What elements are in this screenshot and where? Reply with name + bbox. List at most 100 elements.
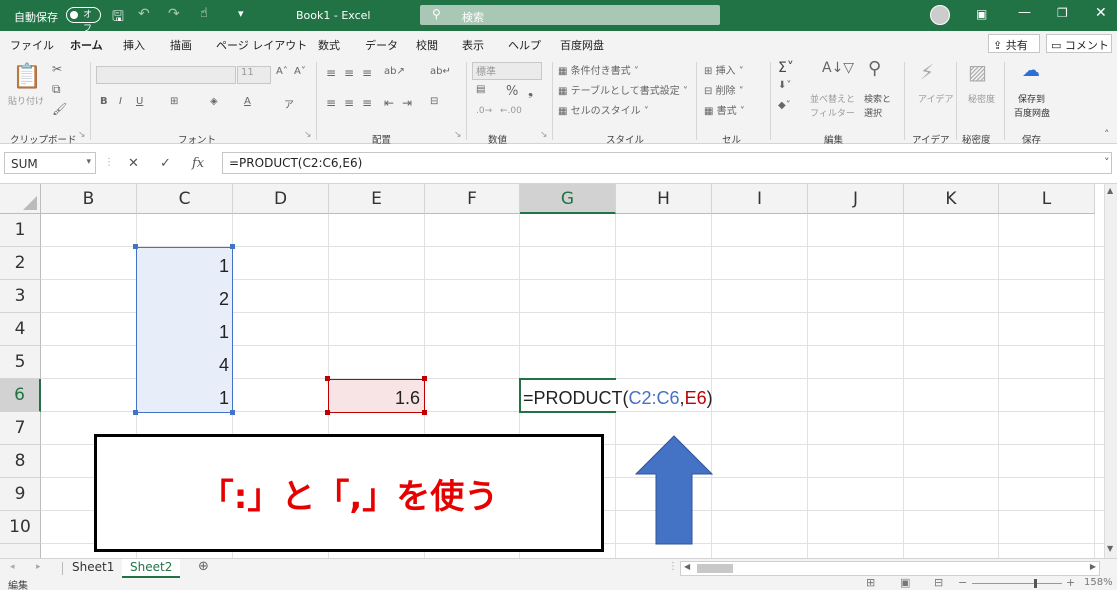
save-to-label[interactable]: 保存到 — [1018, 92, 1045, 105]
select-label[interactable]: 選択 — [864, 106, 882, 119]
cell-c6[interactable]: 1 — [140, 388, 229, 409]
insert-function-icon[interactable]: fx — [192, 156, 204, 171]
cell-styles-button[interactable]: ▦ セルのスタイル ˅ — [558, 102, 649, 117]
column-header-b[interactable]: B — [41, 184, 137, 214]
row-header-8[interactable]: 8 — [0, 445, 41, 478]
decrease-decimal-icon[interactable]: ←.00 — [500, 106, 522, 116]
row-header-1[interactable]: 1 — [0, 214, 41, 247]
range-handle[interactable] — [133, 410, 138, 415]
tab-draw[interactable]: 描画 — [170, 37, 192, 53]
ideas-label[interactable]: アイデア — [918, 92, 954, 105]
sheet-tab-sheet2[interactable]: Sheet2 — [122, 559, 181, 578]
phonetic-icon[interactable]: ア — [284, 96, 294, 111]
tab-view[interactable]: 表示 — [462, 37, 484, 53]
tab-help[interactable]: ヘルプ — [508, 37, 541, 53]
cut-icon[interactable]: ✂ — [52, 62, 62, 76]
column-header-e[interactable]: E — [329, 184, 425, 214]
column-header-f[interactable]: F — [425, 184, 520, 214]
indent-decrease-icon[interactable]: ⇤ — [384, 96, 394, 110]
redo-icon[interactable]: ↷ — [168, 6, 180, 22]
align-top-icon[interactable]: ≡ — [326, 66, 336, 80]
name-box-dropdown-icon[interactable]: ▾ — [86, 157, 91, 167]
prev-sheet-icon[interactable]: ◂ — [10, 562, 15, 572]
column-header-i[interactable]: I — [712, 184, 808, 214]
undo-icon[interactable]: ↶ — [138, 6, 150, 22]
range-handle[interactable] — [325, 410, 330, 415]
italic-icon[interactable]: I — [119, 96, 122, 107]
cell-c4[interactable]: 1 — [140, 322, 229, 343]
tab-home[interactable]: ホーム — [70, 37, 103, 58]
sensitivity-icon[interactable]: ▨ — [968, 60, 987, 84]
scroll-down-icon[interactable]: ▼ — [1107, 544, 1113, 553]
range-handle[interactable] — [230, 244, 235, 249]
zoom-slider-thumb[interactable] — [1034, 579, 1037, 588]
sort-label[interactable]: 並べ替えと — [810, 92, 855, 105]
scroll-right-icon[interactable]: ▶ — [1090, 562, 1096, 571]
share-button[interactable]: ⇪ 共有 — [988, 34, 1040, 53]
row-header-7[interactable]: 7 — [0, 412, 41, 445]
column-header-g[interactable]: G — [520, 184, 616, 214]
percent-icon[interactable]: % — [506, 84, 518, 99]
tab-data[interactable]: データ — [365, 37, 398, 53]
formula-input[interactable]: =PRODUCT(C2:C6,E6) — [222, 152, 1112, 174]
copy-icon[interactable]: ⧉ — [52, 82, 61, 97]
expand-formula-icon[interactable]: ˅ — [1104, 156, 1110, 169]
account-avatar[interactable] — [930, 5, 950, 25]
add-sheet-icon[interactable]: ⊕ — [198, 559, 209, 574]
row-header-6[interactable]: 6 — [0, 379, 41, 412]
align-left-icon[interactable]: ≡ — [326, 96, 336, 110]
zoom-level[interactable]: 158% — [1084, 577, 1113, 588]
tab-page-layout[interactable]: ページ レイアウト — [216, 37, 307, 53]
paste-label[interactable]: 貼り付け — [8, 94, 44, 107]
find-select-icon[interactable]: ⚲ — [868, 58, 881, 79]
format-cells-button[interactable]: ▦ 書式 ˅ — [704, 102, 745, 117]
insert-cells-button[interactable]: ⊞ 挿入 ˅ — [704, 62, 744, 77]
fill-color-icon[interactable]: ◈ — [210, 96, 218, 107]
grow-font-icon[interactable]: A˄ — [276, 66, 288, 77]
row-header-5[interactable]: 5 — [0, 346, 41, 379]
align-middle-icon[interactable]: ≡ — [344, 66, 354, 80]
row-header-9[interactable]: 9 — [0, 478, 41, 511]
comment-button[interactable]: ▭ コメント — [1046, 34, 1112, 53]
borders-icon[interactable]: ⊞ — [170, 96, 178, 107]
tab-review[interactable]: 校閲 — [416, 37, 438, 53]
column-header-d[interactable]: D — [233, 184, 329, 214]
touch-mode-icon[interactable]: ☝ — [200, 6, 208, 21]
range-handle[interactable] — [422, 376, 427, 381]
format-painter-icon[interactable]: 🖌 — [52, 102, 67, 116]
customize-qat-icon[interactable]: ▾ — [238, 7, 244, 20]
font-launcher-icon[interactable]: ↘ — [304, 130, 312, 140]
horizontal-scrollbar[interactable]: ◀ ▶ — [680, 561, 1100, 576]
vertical-scrollbar[interactable]: ▲ ▼ — [1104, 184, 1117, 558]
select-all-corner[interactable] — [0, 184, 41, 214]
in-cell-formula[interactable]: =PRODUCT(C2:C6,E6) — [523, 388, 713, 409]
underline-icon[interactable]: U — [136, 96, 143, 107]
font-size-select[interactable]: 11 — [237, 66, 271, 84]
column-header-j[interactable]: J — [808, 184, 904, 214]
bold-icon[interactable]: B — [100, 96, 108, 107]
range-handle[interactable] — [325, 376, 330, 381]
comma-icon[interactable]: ❟ — [528, 84, 533, 99]
column-header-h[interactable]: H — [616, 184, 712, 214]
column-header-k[interactable]: K — [904, 184, 999, 214]
ideas-icon[interactable]: ⚡ — [920, 60, 934, 84]
row-header-3[interactable]: 3 — [0, 280, 41, 313]
autosave-toggle[interactable]: オフ — [66, 7, 101, 34]
zoom-out-icon[interactable]: − — [958, 576, 967, 589]
clipboard-launcher-icon[interactable]: ↘ — [78, 130, 86, 140]
tab-split-icon[interactable]: ⋮ — [668, 561, 678, 572]
format-as-table-button[interactable]: ▦ テーブルとして書式設定 ˅ — [558, 82, 688, 97]
paste-icon[interactable]: 📋 — [12, 62, 42, 90]
baidu-cloud-icon[interactable]: ☁ — [1022, 60, 1040, 81]
scroll-up-icon[interactable]: ▲ — [1107, 186, 1113, 195]
clear-icon[interactable]: ◆˅ — [778, 100, 791, 111]
wrap-text-icon[interactable]: ab↵ — [430, 66, 451, 77]
ribbon-display-icon[interactable]: ▣ — [976, 7, 987, 21]
enter-icon[interactable]: ✓ — [160, 156, 171, 171]
row-header-10[interactable]: 10 — [0, 511, 41, 544]
number-format-select[interactable]: 標準 — [472, 62, 542, 80]
page-layout-view-icon[interactable]: ▣ — [900, 576, 910, 589]
tab-baidu[interactable]: 百度网盘 — [560, 37, 604, 53]
sensitivity-label[interactable]: 秘密度 — [968, 92, 995, 105]
scroll-thumb[interactable] — [697, 564, 733, 573]
